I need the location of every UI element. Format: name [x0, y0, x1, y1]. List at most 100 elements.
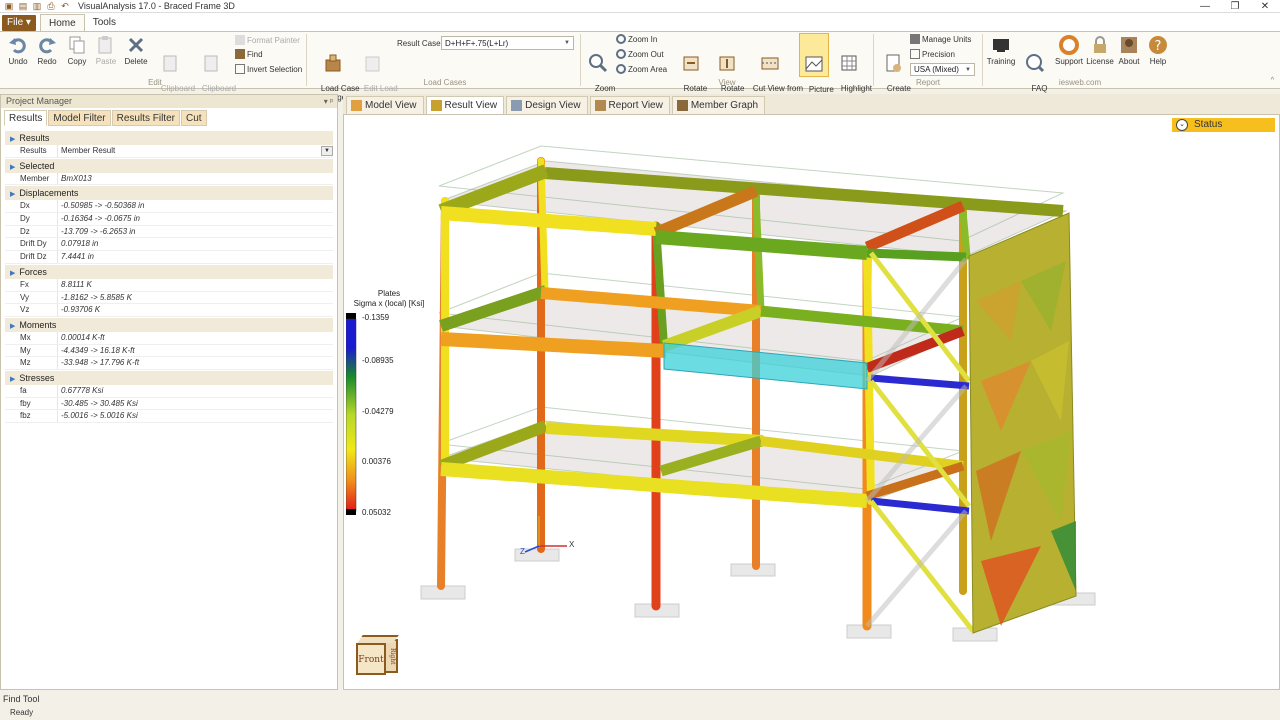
category-displacements[interactable]: ▶ Displacements: [5, 185, 333, 201]
zoom-out-button[interactable]: Zoom Out: [616, 49, 664, 59]
property-row[interactable]: Vy -1.8162 -> 5.8585 K: [5, 291, 333, 305]
model-view-icon: [351, 100, 362, 111]
pm-tab-results-filter[interactable]: Results Filter: [111, 110, 180, 126]
collapse-ribbon-icon[interactable]: ^: [1271, 77, 1274, 84]
property-row[interactable]: Dz -13.709 -> -6.2653 in: [5, 225, 333, 239]
help-button[interactable]: ? Help: [1146, 35, 1170, 66]
units-select[interactable]: USA (Mixed) ▼: [910, 63, 975, 76]
zoom-in-button[interactable]: Zoom In: [616, 34, 657, 44]
property-row[interactable]: Member BmX013: [5, 172, 333, 186]
zoom-area-button[interactable]: Zoom Area: [616, 64, 667, 74]
support-button[interactable]: Support: [1054, 35, 1084, 66]
view-cube[interactable]: Front Right: [356, 635, 402, 677]
tab-design-view[interactable]: Design View: [506, 96, 588, 114]
tab-result-view[interactable]: Result View: [425, 96, 505, 114]
property-row[interactable]: fbz -5.0016 -> 5.0016 Ksi: [5, 410, 333, 423]
manage-units-button[interactable]: Manage Units: [910, 34, 971, 44]
category-results[interactable]: ▶ Results: [5, 130, 333, 145]
property-row[interactable]: Dx -0.50985 -> -0.50368 in: [5, 200, 333, 214]
zoom-area-icon: [616, 64, 626, 74]
property-key: fa: [20, 385, 27, 395]
property-row[interactable]: fby -30.485 -> 30.485 Ksi: [5, 397, 333, 411]
find-tool-bar[interactable]: Find Tool: [0, 694, 1280, 707]
property-value: -0.16364 -> -0.0675 in: [57, 213, 333, 225]
picture-view-button[interactable]: Picture View: [799, 33, 834, 103]
expand-icon[interactable]: ▶: [10, 323, 15, 330]
pm-tab-model-filter[interactable]: Model Filter: [48, 110, 111, 126]
property-key: Dz: [20, 226, 30, 236]
app-icon: ▣: [4, 1, 14, 11]
close-button[interactable]: ✕: [1250, 0, 1280, 13]
copy-button[interactable]: Copy: [66, 35, 88, 66]
property-value-text: 0.07918 in: [61, 239, 99, 249]
training-icon: [993, 39, 1009, 52]
paste-icon: [98, 36, 112, 54]
zoom-out-icon: [616, 49, 626, 59]
view-cube-front[interactable]: Front: [356, 643, 386, 675]
category-selected[interactable]: ▶ Selected: [5, 157, 333, 173]
property-row[interactable]: Drift Dz 7.4441 in: [5, 251, 333, 264]
results-type-select[interactable]: Member Result ▼: [57, 145, 333, 157]
file-menu-button[interactable]: File ▾: [2, 15, 36, 31]
redo-button[interactable]: Redo: [35, 35, 59, 66]
tab-model-view[interactable]: Model View: [346, 96, 424, 114]
tab-report-view[interactable]: Report View: [589, 96, 670, 114]
property-row[interactable]: Dy -0.16364 -> -0.0675 in: [5, 213, 333, 226]
property-row[interactable]: Mx 0.00014 K-ft: [5, 331, 333, 345]
property-row[interactable]: Mz -33.948 -> 17.796 K-ft: [5, 357, 333, 370]
print-icon[interactable]: ⎙: [46, 1, 56, 11]
status-bar: Ready: [0, 708, 1280, 720]
group-label-load-cases: Load Cases: [423, 78, 467, 87]
view-cube-right[interactable]: Right: [386, 639, 398, 673]
property-value-text: Member Result: [61, 146, 116, 155]
delete-button[interactable]: Delete: [123, 35, 149, 66]
svg-text:?: ?: [1155, 39, 1162, 54]
expand-icon[interactable]: ▶: [10, 191, 15, 198]
expand-icon[interactable]: ▶: [10, 270, 15, 277]
paste-button[interactable]: Paste: [94, 35, 118, 66]
training-button[interactable]: Training: [986, 35, 1016, 66]
precision-button[interactable]: Precision: [910, 49, 955, 59]
expand-icon[interactable]: ▶: [10, 164, 15, 171]
property-row[interactable]: fa 0.67778 Ksi: [5, 384, 333, 398]
view-cube-top[interactable]: [357, 635, 399, 643]
property-key: Vy: [20, 292, 30, 302]
project-manager-header: Project Manager ▾ ᵖ: [1, 95, 337, 108]
find-button[interactable]: Find: [235, 49, 263, 59]
save-as-icon[interactable]: ▥: [32, 1, 42, 11]
frame-model-render[interactable]: [344, 115, 1279, 689]
category-moments[interactable]: ▶ Moments: [5, 316, 333, 332]
property-row[interactable]: Fx 8.8111 K: [5, 278, 333, 292]
format-painter-button[interactable]: Format Painter: [235, 35, 300, 45]
zoom-in-icon: [616, 34, 626, 44]
minimize-button[interactable]: —: [1190, 0, 1220, 13]
expand-icon[interactable]: ▶: [10, 136, 15, 143]
property-row[interactable]: Drift Dy 0.07918 in: [5, 238, 333, 252]
property-row[interactable]: Vz -0.93706 K: [5, 304, 333, 317]
property-value-text: 8.8111 K: [61, 279, 92, 289]
chevron-down-icon[interactable]: ▼: [321, 146, 333, 156]
property-row[interactable]: Results Member Result ▼: [5, 145, 333, 158]
tab-member-graph[interactable]: Member Graph: [671, 96, 766, 114]
license-button[interactable]: License: [1086, 35, 1114, 66]
expand-icon[interactable]: ▶: [10, 376, 15, 383]
result-case-select[interactable]: D+H+F+.75(L+Lr) ▼: [441, 36, 574, 50]
property-value-text: -4.4349 -> 16.18 K-ft: [61, 345, 135, 355]
pm-tab-results[interactable]: Results: [4, 110, 48, 126]
cut-view-icon: [761, 57, 779, 70]
save-icon[interactable]: ▤: [18, 1, 28, 11]
category-forces[interactable]: ▶ Forces: [5, 263, 333, 279]
about-button[interactable]: About: [1116, 35, 1142, 66]
property-row[interactable]: My -4.4349 -> 16.18 K-ft: [5, 344, 333, 358]
tab-home[interactable]: Home: [40, 14, 85, 31]
tab-tools[interactable]: Tools: [85, 14, 124, 31]
pin-icon[interactable]: ▾ ᵖ: [324, 95, 333, 108]
picture-view-icon: [805, 56, 823, 72]
model-viewport[interactable]: ⌄ Status Plates Sigma x (local) [Ksi] -0…: [343, 114, 1280, 690]
invert-selection-button[interactable]: Invert Selection: [235, 64, 302, 74]
undo-button[interactable]: Undo: [6, 35, 30, 66]
undo-icon[interactable]: ↶: [60, 1, 70, 11]
category-stresses[interactable]: ▶ Stresses: [5, 369, 333, 385]
maximize-button[interactable]: ❐: [1220, 0, 1250, 13]
pm-tab-cut[interactable]: Cut: [180, 110, 207, 126]
